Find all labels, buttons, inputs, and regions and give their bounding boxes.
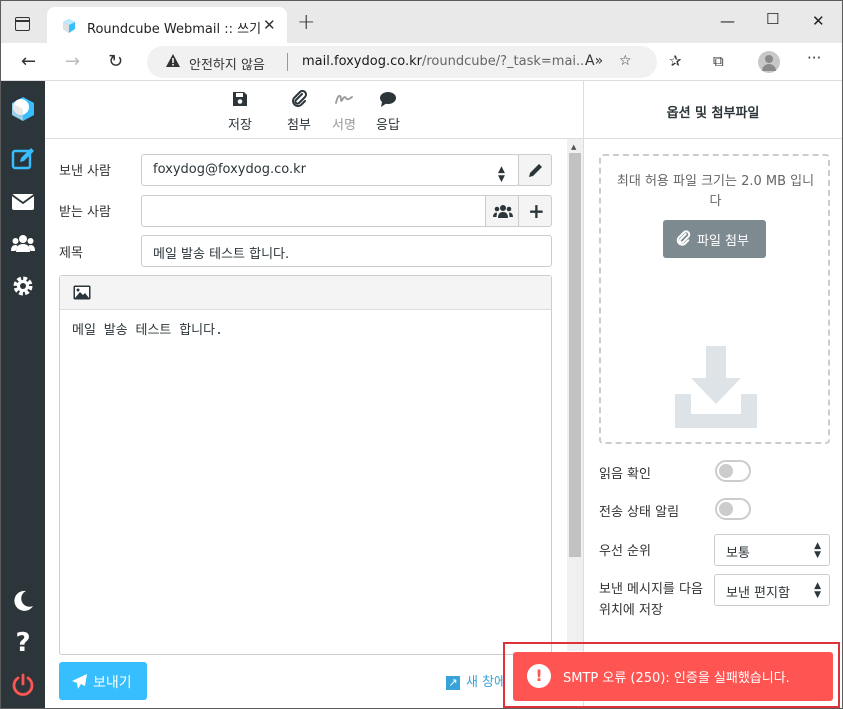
more-menu-icon[interactable]: ··· bbox=[807, 49, 821, 67]
responses-button[interactable]: 응답 bbox=[363, 90, 413, 133]
url-field[interactable]: 안전하지 않음 mail.foxydog.co.kr/roundcube/?_t… bbox=[147, 46, 657, 78]
open-in-new-window-link[interactable]: ↗ 새 창에 bbox=[446, 671, 506, 690]
collections-icon[interactable]: ⧉ bbox=[713, 52, 724, 70]
external-link-icon: ↗ bbox=[446, 676, 460, 690]
read-receipt-toggle[interactable] bbox=[715, 460, 751, 482]
browser-tab[interactable]: Roundcube Webmail :: 쓰기 ✕ bbox=[47, 7, 287, 43]
scroll-up-arrow-icon[interactable]: ▲ bbox=[571, 143, 576, 151]
title-bar: Roundcube Webmail :: 쓰기 ✕ + — ☐ ✕ bbox=[1, 1, 842, 43]
compose-toolbar: 저장 첨부 서명 응답 bbox=[45, 81, 583, 139]
url-text: mail.foxydog.co.kr/roundcube/?_task=mai.… bbox=[302, 54, 589, 69]
send-button[interactable]: 보내기 bbox=[59, 662, 147, 700]
save-button[interactable]: 저장 bbox=[215, 90, 265, 133]
add-favorite-icon[interactable]: ☆ bbox=[619, 53, 632, 69]
workspaces-icon[interactable] bbox=[15, 17, 30, 31]
attach-button[interactable]: 첨부 bbox=[274, 89, 324, 133]
app-sidebar: ? bbox=[1, 81, 45, 708]
edit-identity-button[interactable] bbox=[518, 154, 552, 186]
signature-icon bbox=[335, 94, 353, 104]
from-label: 보낸 사람 bbox=[59, 164, 111, 179]
close-window-icon[interactable]: ✕ bbox=[812, 12, 825, 30]
favorites-icon[interactable]: ✰ bbox=[669, 52, 682, 70]
refresh-icon[interactable]: ↻ bbox=[108, 51, 123, 72]
error-message: SMTP 오류 (250): 인증을 실패했습니다. bbox=[563, 671, 790, 686]
roundcube-logo-icon[interactable] bbox=[9, 95, 37, 123]
compose-scrollbar[interactable]: ▲ bbox=[567, 139, 583, 651]
subject-label: 제목 bbox=[59, 246, 83, 261]
exclamation-icon: ! bbox=[527, 664, 551, 688]
address-bar: ← → ↻ 안전하지 않음 mail.foxydog.co.kr/roundcu… bbox=[1, 43, 842, 81]
plus-icon: + bbox=[528, 199, 545, 223]
url-separator bbox=[287, 53, 288, 71]
from-select[interactable]: foxydog@foxydog.co.kr ▲ ▼ bbox=[141, 154, 519, 186]
tab-title: Roundcube Webmail :: 쓰기 bbox=[87, 22, 262, 37]
compose-icon[interactable] bbox=[11, 147, 35, 171]
attach-file-button[interactable]: 파일 첨부 bbox=[663, 220, 766, 258]
settings-icon[interactable] bbox=[11, 274, 35, 298]
subject-input[interactable]: 메일 발송 테스트 합니다. bbox=[141, 235, 552, 267]
profile-avatar[interactable] bbox=[758, 51, 780, 73]
browser-window: Roundcube Webmail :: 쓰기 ✕ + — ☐ ✕ ← → ↻ … bbox=[0, 0, 843, 709]
back-icon[interactable]: ← bbox=[21, 51, 36, 72]
new-tab-icon[interactable]: + bbox=[297, 10, 315, 35]
not-secure-label: 안전하지 않음 bbox=[189, 58, 265, 73]
delivery-status-label: 전송 상태 알림 bbox=[599, 505, 680, 520]
read-aloud-icon[interactable]: A» bbox=[585, 53, 603, 69]
message-body: 메일 발송 테스트 합니다. bbox=[72, 323, 223, 338]
download-icon bbox=[675, 346, 757, 428]
signature-button[interactable]: 서명 bbox=[319, 90, 369, 133]
message-editor[interactable]: 메일 발송 테스트 합니다. bbox=[59, 275, 552, 655]
options-panel: 옵션 및 첨부파일 최대 허용 파일 크기는 2.0 MB 입니다 파일 첨부 … bbox=[583, 81, 842, 708]
delivery-status-toggle[interactable] bbox=[715, 498, 751, 520]
save-sent-select[interactable]: 보낸 편지함 ▲ ▼ bbox=[714, 574, 830, 606]
add-recipient-button[interactable]: + bbox=[518, 195, 552, 227]
editor-toolbar bbox=[60, 276, 551, 310]
select-arrows-icon: ▲ ▼ bbox=[498, 165, 505, 184]
read-receipt-label: 읽음 확인 bbox=[599, 467, 651, 482]
help-icon[interactable]: ? bbox=[11, 630, 35, 656]
maximize-icon[interactable]: ☐ bbox=[766, 10, 779, 28]
error-alert[interactable]: ! SMTP 오류 (250): 인증을 실패했습니다. bbox=[513, 652, 833, 701]
priority-select[interactable]: 보통 ▲ ▼ bbox=[714, 534, 830, 566]
paperclip-icon bbox=[292, 89, 308, 107]
paper-plane-icon bbox=[72, 674, 87, 689]
compose-form: 보낸 사람 foxydog@foxydog.co.kr ▲ ▼ 받는 사람 + 제… bbox=[45, 139, 567, 708]
contacts-icon[interactable] bbox=[11, 231, 35, 255]
save-sent-label: 보낸 메시지를 다음 위치에 저장 bbox=[599, 582, 703, 618]
priority-label: 우선 순위 bbox=[599, 544, 651, 559]
roundcube-favicon-icon bbox=[63, 19, 75, 33]
select-arrows-icon: ▲ ▼ bbox=[814, 581, 821, 600]
minimize-icon[interactable]: — bbox=[720, 12, 735, 30]
forward-icon[interactable]: → bbox=[65, 51, 80, 72]
attachment-drop-zone[interactable]: 최대 허용 파일 크기는 2.0 MB 입니다 파일 첨부 bbox=[599, 154, 830, 444]
dark-mode-icon[interactable] bbox=[11, 589, 35, 613]
image-icon[interactable] bbox=[73, 285, 91, 300]
users-icon bbox=[493, 205, 513, 218]
mail-icon[interactable] bbox=[11, 190, 35, 214]
options-panel-title: 옵션 및 첨부파일 bbox=[584, 81, 842, 139]
max-size-text: 최대 허용 파일 크기는 2.0 MB 입니다 bbox=[616, 174, 815, 209]
paperclip-icon bbox=[676, 230, 691, 246]
comment-icon bbox=[380, 92, 396, 107]
pencil-icon bbox=[529, 164, 542, 177]
to-label: 받는 사람 bbox=[59, 205, 111, 220]
logout-icon[interactable] bbox=[11, 673, 35, 697]
tab-close-icon[interactable]: ✕ bbox=[263, 16, 276, 34]
warning-icon bbox=[166, 54, 180, 67]
select-arrows-icon: ▲ ▼ bbox=[814, 541, 821, 560]
save-icon bbox=[233, 92, 247, 106]
scrollbar-thumb[interactable] bbox=[569, 153, 581, 557]
to-input[interactable] bbox=[141, 195, 486, 227]
address-book-button[interactable] bbox=[485, 195, 519, 227]
